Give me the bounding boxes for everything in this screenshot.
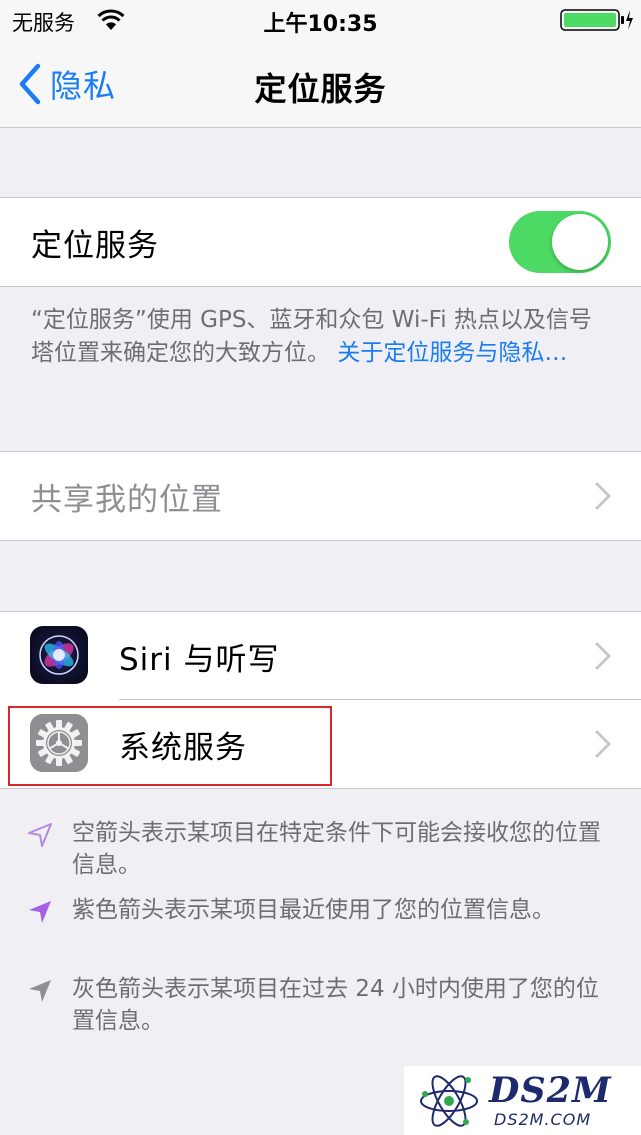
share-location-cell[interactable]: 共享我的位置 xyxy=(0,452,641,540)
chevron-right-icon xyxy=(595,482,611,510)
siri-cell[interactable]: Siri 与听写 xyxy=(0,612,641,700)
legend-text: 空箭头表示某项目在特定条件下可能会接收您的位置信息。 xyxy=(72,820,601,878)
share-location-group: 共享我的位置 xyxy=(0,451,641,541)
chevron-right-icon xyxy=(595,730,611,758)
legend-text: 紫色箭头表示某项目最近使用了您的位置信息。 xyxy=(72,897,555,923)
highlight-annotation-box xyxy=(8,706,332,786)
siri-label: Siri 与听写 xyxy=(119,641,280,678)
legend-text: 灰色箭头表示某项目在过去 24 小时内使用了您的位置信息。 xyxy=(72,976,599,1034)
watermark-logo: DS2M DS2M.COM xyxy=(404,1066,641,1135)
battery-charging-icon xyxy=(560,9,633,31)
share-location-label: 共享我的位置 xyxy=(31,481,223,518)
navigation-bar: 隐私 定位服务 xyxy=(0,40,641,128)
siri-icon xyxy=(30,626,88,684)
watermark-main-text: DS2M xyxy=(489,1070,612,1111)
atom-logo-icon xyxy=(420,1075,478,1127)
watermark-sub-text: DS2M.COM xyxy=(494,1110,592,1129)
location-services-group: 定位服务 xyxy=(0,197,641,287)
location-services-toggle[interactable] xyxy=(509,211,611,273)
privacy-link[interactable]: 关于定位服务与隐私… xyxy=(337,340,567,366)
toggle-knob xyxy=(552,214,608,270)
location-services-label: 定位服务 xyxy=(31,227,159,264)
location-services-cell: 定位服务 xyxy=(0,198,641,286)
status-bar: 无服务 上午10:35 xyxy=(0,0,641,40)
location-services-description: “定位服务”使用 GPS、蓝牙和众包 Wi-Fi 热点以及信号塔位置来确定您的大… xyxy=(31,304,611,370)
clock: 上午10:35 xyxy=(263,12,378,37)
chevron-right-icon xyxy=(595,642,611,670)
purple-arrow-icon xyxy=(29,901,51,923)
gray-arrow-icon xyxy=(29,980,51,1002)
page-title: 定位服务 xyxy=(254,70,387,108)
hollow-arrow-icon xyxy=(28,823,52,847)
